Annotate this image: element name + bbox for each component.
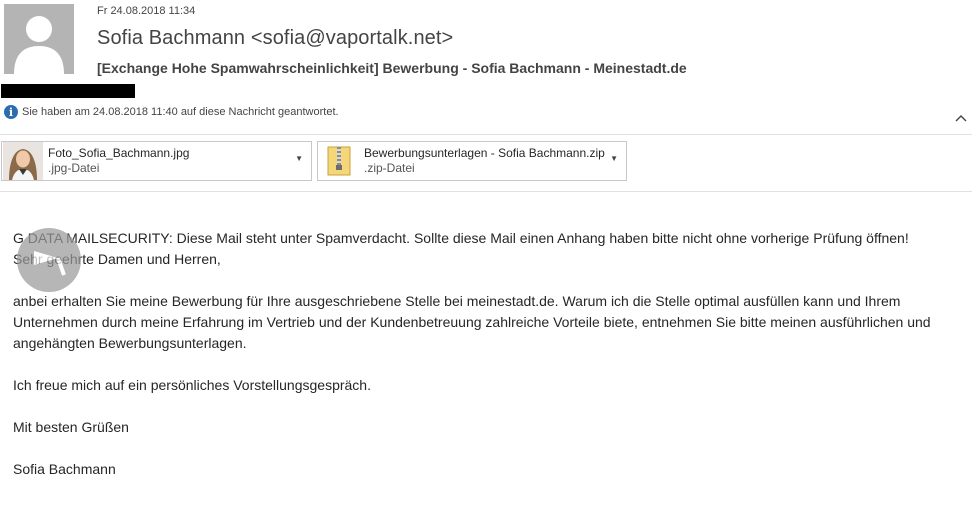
attachment-name: Foto_Sofia_Bachmann.jpg [48, 146, 190, 160]
spam-warning: G DATA MAILSECURITY: Diese Mail steht un… [13, 230, 909, 246]
greeting: Sehr geehrte Damen und Herren, [13, 251, 221, 267]
attachment-dropdown-icon[interactable]: ▼ [610, 154, 618, 163]
info-icon: i [4, 105, 18, 119]
reply-info-text: Sie haben am 24.08.2018 11:40 auf diese … [22, 106, 339, 118]
regards: Mit besten Grüßen [13, 419, 129, 435]
reply-info-bar: i Sie haben am 24.08.2018 11:40 auf dies… [4, 104, 339, 120]
signature: Sofia Bachmann [13, 461, 116, 477]
message-body: G DATA MAILSECURITY: Diese Mail steht un… [13, 228, 958, 480]
mail-security-badge-icon [17, 228, 81, 292]
attachment-zip[interactable]: Bewerbungsunterlagen - Sofia Bachmann.zi… [317, 141, 627, 181]
zip-folder-icon [327, 146, 351, 176]
attachment-type: .zip-Datei [364, 161, 415, 175]
message-subject: [Exchange Hohe Spamwahrscheinlichkeit] B… [97, 60, 687, 76]
closing-line: Ich freue mich auf ein persönliches Vors… [13, 377, 371, 393]
divider [0, 134, 972, 135]
body-paragraph: anbei erhalten Sie meine Bewerbung für I… [13, 293, 931, 351]
attachment-dropdown-icon[interactable]: ▼ [295, 154, 303, 163]
sender-name[interactable]: Sofia Bachmann <sofia@vaportalk.net> [97, 27, 453, 50]
attachment-type: .jpg-Datei [48, 161, 100, 175]
collapse-header-icon[interactable] [954, 111, 968, 125]
attachment-photo[interactable]: Foto_Sofia_Bachmann.jpg .jpg-Datei ▼ [1, 141, 312, 181]
sender-avatar [4, 4, 74, 74]
divider [0, 191, 972, 192]
person-icon [4, 4, 74, 74]
redacted-recipient [1, 84, 135, 98]
photo-thumbnail [3, 142, 43, 180]
message-date: Fr 24.08.2018 11:34 [97, 5, 196, 17]
attachment-name: Bewerbungsunterlagen - Sofia Bachmann.zi… [364, 146, 605, 160]
